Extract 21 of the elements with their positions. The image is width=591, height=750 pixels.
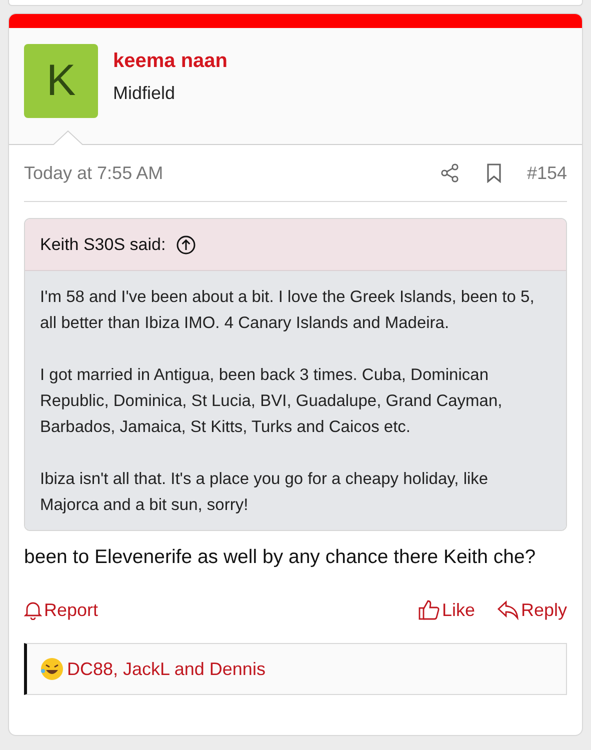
reactions-link[interactable]: DC88, JackL and Dennis bbox=[67, 656, 266, 682]
bookmark-icon[interactable] bbox=[486, 163, 502, 183]
quote-paragraph: Ibiza isn't all that. It's a place you go for a cheapy holiday, like Majorca and a bit sun, sorry! bbox=[40, 469, 490, 516]
quote-author: Keith S30S said: bbox=[40, 234, 166, 256]
arrow-up-icon[interactable] bbox=[176, 234, 196, 254]
avatar[interactable]: K bbox=[24, 44, 98, 118]
user-title: Midfield bbox=[113, 82, 176, 105]
laughing-emoji-icon bbox=[40, 657, 64, 681]
quote-paragraph: I got married in Antigua, been back 3 times. Cuba, Dominican Republic, Dominica, St Lucia, BVI, Guadalupe, Grand Cayman, Barbados, Jamaica, St Kitts, Turks and Caicos etc. bbox=[40, 365, 504, 438]
reply-icon bbox=[496, 600, 519, 620]
bell-icon bbox=[24, 600, 42, 620]
username-link[interactable]: keema naan bbox=[113, 48, 228, 74]
post-time[interactable]: Today at 7:55 AM bbox=[24, 160, 440, 186]
post-number-link[interactable]: #154 bbox=[526, 160, 567, 186]
post-message: been to Elevenerife as well by any chance there Keith che? bbox=[24, 545, 537, 570]
quote-paragraph: I'm 58 and I've been about a bit. I love the Greek Islands, been to 5, all better than Ibiza IMO. 4 Canary Islands and Madeira. bbox=[40, 287, 536, 334]
like-link[interactable]: Like bbox=[418, 596, 475, 624]
share-icon[interactable] bbox=[440, 163, 460, 183]
reply-link[interactable]: Reply bbox=[496, 596, 567, 624]
thumbs-up-icon bbox=[418, 599, 440, 621]
report-link[interactable]: Report bbox=[24, 596, 98, 624]
